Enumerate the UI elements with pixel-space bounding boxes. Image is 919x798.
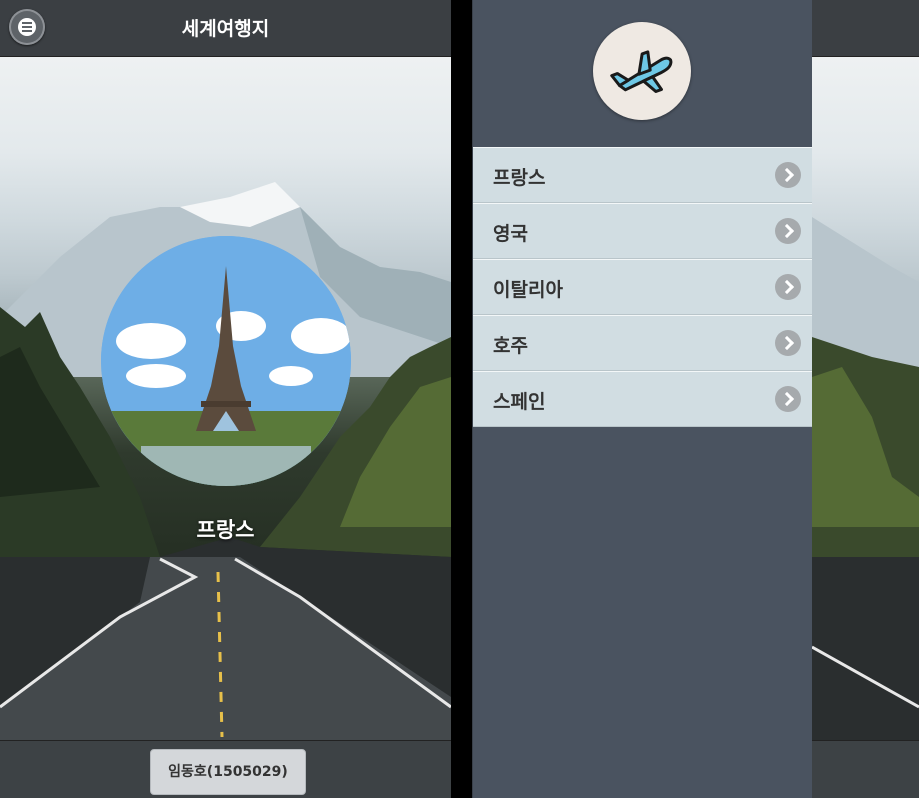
menu-item-label: 영국 [493,223,528,245]
main-page-shifted [812,0,919,798]
menu-item-italy[interactable]: 이탈리아 [473,259,812,315]
chevron-right-icon [775,330,801,356]
destination-menu: 프랑스 영국 이탈리아 호주 스페인 [473,147,812,427]
chevron-right-icon [775,274,801,300]
background-image [812,57,919,740]
menu-item-label: 프랑스 [493,167,546,189]
header-bar [812,0,919,57]
footer-bar: 임동호(1505029) [0,740,451,798]
header-bar: 세계여행지 [0,0,451,57]
menu-item-france[interactable]: 프랑스 [473,147,812,203]
chevron-right-icon [775,386,801,412]
menu-item-spain[interactable]: 스페인 [473,371,812,427]
menu-item-label: 스페인 [493,391,546,413]
menu-item-label: 이탈리아 [493,279,563,301]
menu-item-uk[interactable]: 영국 [473,203,812,259]
side-panel: 프랑스 영국 이탈리아 호주 스페인 [472,0,813,798]
chevron-right-icon [775,162,801,188]
footer-bar [812,740,919,798]
menu-item-australia[interactable]: 호주 [473,315,812,371]
main-page: 세계여행지 프랑스 임동호(1505029) [0,0,451,798]
chevron-right-icon [775,218,801,244]
page-title: 세계여행지 [181,18,270,40]
panel-header [473,0,813,147]
menu-item-label: 호주 [493,335,528,357]
destination-title: 프랑스 [196,518,255,542]
destination-image [101,236,351,486]
author-button[interactable]: 임동호(1505029) [150,749,306,795]
airplane-icon [593,22,691,120]
